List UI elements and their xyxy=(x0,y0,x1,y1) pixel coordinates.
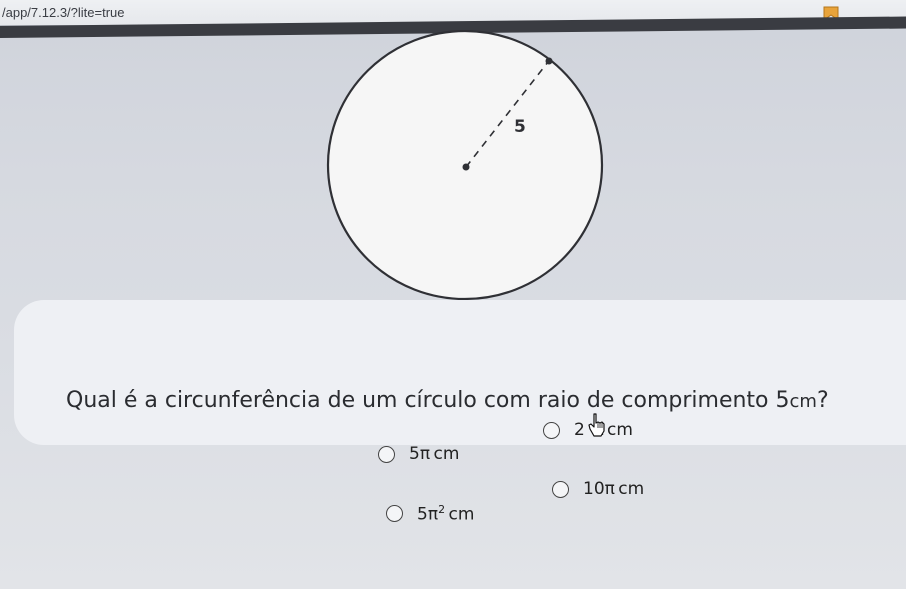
question-text: Qual é a circunferência de um círculo co… xyxy=(66,388,829,413)
option-3[interactable]: 5π2 cm xyxy=(386,503,474,525)
hand-pointer-icon xyxy=(588,413,605,437)
question-unit: cm xyxy=(789,391,817,412)
question-value: 5 xyxy=(775,388,790,413)
radio-button[interactable] xyxy=(386,505,403,523)
radius-label: 5 xyxy=(514,117,526,137)
question-end: ? xyxy=(816,388,829,413)
option-label: 5π cm xyxy=(409,444,460,464)
center-point xyxy=(462,163,470,171)
option-1[interactable]: 5π cm xyxy=(378,444,459,464)
question-card xyxy=(14,300,906,445)
radio-button[interactable] xyxy=(378,445,395,463)
option-label: 5π2 cm xyxy=(417,503,475,525)
radio-button[interactable] xyxy=(543,421,560,439)
edge-point xyxy=(545,57,553,65)
url-text: /app/7.12.3/?lite=true xyxy=(2,5,125,20)
circle-figure: 5 xyxy=(318,29,618,310)
question-body: Qual é a circunferência de um círculo co… xyxy=(66,388,776,413)
radio-button[interactable] xyxy=(552,480,569,498)
option-label: 10π cm xyxy=(583,479,645,499)
option-4[interactable]: 10π cm xyxy=(552,479,644,499)
